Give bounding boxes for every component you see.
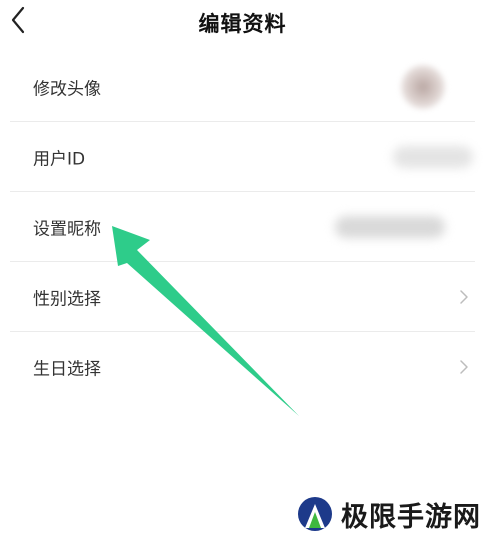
page-title: 编辑资料: [198, 12, 287, 36]
row-birthday-select[interactable]: 生日选择: [0, 332, 485, 402]
settings-list: 修改头像 用户ID 设置昵称 性别选择 生日选择: [0, 52, 485, 402]
row-label: 性别选择: [33, 289, 101, 310]
row-user-id[interactable]: 用户ID: [0, 122, 485, 192]
watermark: 极限手游网: [295, 492, 481, 536]
edit-profile-page: 编辑资料 修改头像 用户ID 设置昵称 性别选择 生日选择 极限手游网: [0, 0, 485, 540]
avatar[interactable]: [401, 65, 445, 109]
row-label: 修改头像: [33, 79, 101, 100]
row-set-nickname[interactable]: 设置昵称: [0, 192, 485, 262]
chevron-right-icon: [460, 360, 468, 374]
chevron-right-icon: [460, 290, 468, 304]
watermark-text: 极限手游网: [341, 501, 481, 533]
row-label: 用户ID: [33, 149, 86, 170]
row-gender-select[interactable]: 性别选择: [0, 262, 485, 332]
nickname-value-blurred: [335, 216, 445, 238]
watermark-logo-icon: [297, 497, 333, 531]
row-change-avatar[interactable]: 修改头像: [0, 52, 485, 122]
row-label: 生日选择: [33, 359, 101, 380]
header: 编辑资料: [0, 0, 485, 44]
user-id-value-blurred: [393, 146, 473, 168]
row-label: 设置昵称: [33, 219, 101, 240]
